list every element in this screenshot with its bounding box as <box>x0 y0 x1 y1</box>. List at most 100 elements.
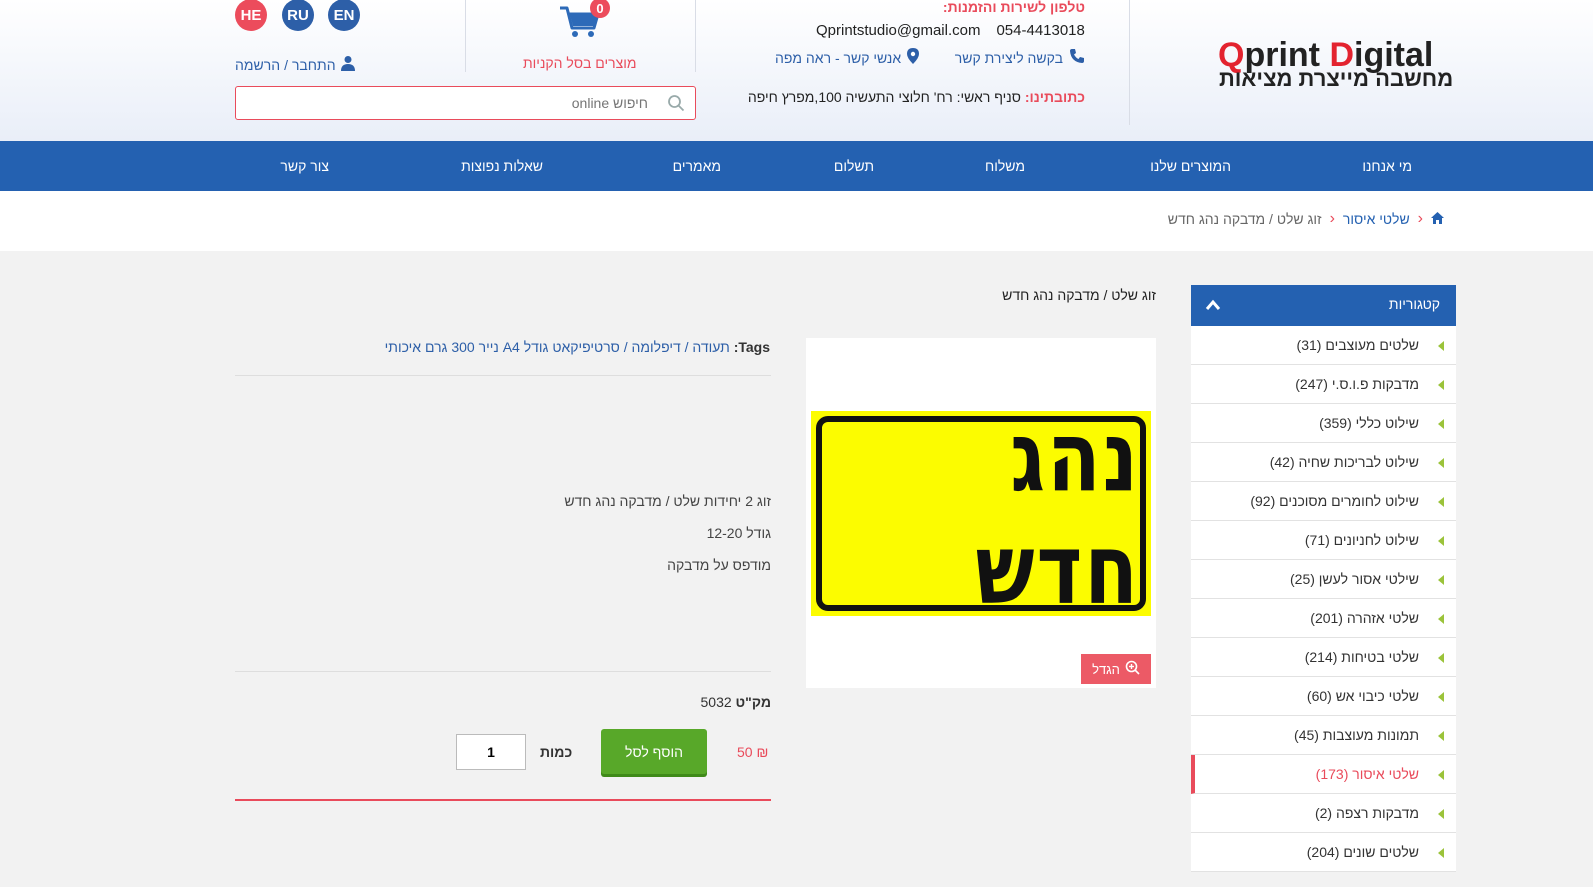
chevron-left-icon <box>1438 731 1444 741</box>
sidebar-category-label: שלטי כיבוי אש (60) <box>1306 688 1419 704</box>
cart-count-badge: 0 <box>590 0 610 18</box>
breadcrumb-chevron-icon: ‹ <box>1417 210 1423 227</box>
search-icon[interactable] <box>667 94 685 115</box>
sidebar-category-label: שלטים מעוצבים (31) <box>1296 337 1419 353</box>
quantity-input[interactable] <box>456 734 526 770</box>
sidebar-category-item[interactable]: שילוט כללי (359) <box>1191 404 1456 443</box>
sidebar-category-item[interactable]: שלטי איסור (173) <box>1191 755 1456 794</box>
nav-articles[interactable]: מאמרים <box>673 141 721 191</box>
register-link[interactable]: הרשמה <box>235 57 280 73</box>
email-link[interactable]: Qprintstudio@gmail.com <box>816 22 980 39</box>
nav-contact[interactable]: צור קשר <box>280 141 329 191</box>
nav-shipping[interactable]: משלוח <box>985 141 1025 191</box>
accent-divider <box>235 799 771 801</box>
sidebar-category-item[interactable]: שלטים שונים (204) <box>1191 833 1456 872</box>
sidebar-category-item[interactable]: תמונות מעוצבות (45) <box>1191 716 1456 755</box>
sidebar-category-label: שלטי אזהרה (201) <box>1310 610 1419 626</box>
tags-link[interactable]: תעודה / דיפלומה / סרטיפיקאט גודל A4 נייר… <box>385 339 730 355</box>
lang-he-button[interactable]: HE <box>235 0 267 31</box>
chevron-left-icon <box>1438 341 1444 351</box>
chevron-up-icon[interactable] <box>1205 298 1221 314</box>
sidebar-category-item[interactable]: שלטים מעוצבים (31) <box>1191 326 1456 365</box>
zoom-button[interactable]: הגדל <box>1081 654 1151 684</box>
nav-products[interactable]: המוצרים שלנו <box>1150 141 1231 191</box>
breadcrumb-chevron-icon: ‹ <box>1329 210 1335 227</box>
breadcrumb-current: זוג שלט / מדבקה נהג חדש <box>1167 211 1322 227</box>
sku: מק"ט 5032 <box>701 694 772 710</box>
breadcrumb-bar: ‹ שלטי איסור ‹ זוג שלט / מדבקה נהג חדש <box>0 191 1593 251</box>
chevron-left-icon <box>1438 848 1444 858</box>
zoom-label: הגדל <box>1092 661 1120 677</box>
sidebar-category-label: שלטים שונים (204) <box>1306 844 1419 860</box>
map-pin-icon <box>907 48 920 67</box>
product-image-box: נהג חדש הגדל <box>806 338 1156 688</box>
sidebar-category-item[interactable]: שלטי כיבוי אש (60) <box>1191 677 1456 716</box>
sidebar-category-item[interactable]: שלטי אזהרה (201) <box>1191 599 1456 638</box>
cart-button[interactable]: 0 <box>558 0 610 43</box>
sign-text: נהג חדש <box>975 401 1140 626</box>
search-input[interactable] <box>236 87 656 119</box>
lang-en-button[interactable]: EN <box>328 0 360 31</box>
sidebar-category-item[interactable]: שילוט לבריכות שחיה (42) <box>1191 443 1456 482</box>
cart-icon <box>558 6 602 43</box>
quantity-label: כמות <box>540 744 573 760</box>
chevron-left-icon <box>1438 536 1444 546</box>
home-icon[interactable] <box>1431 211 1444 227</box>
product-image[interactable]: נהג חדש <box>811 401 1151 626</box>
divider <box>235 375 771 376</box>
sign-border: נהג חדש <box>816 401 1146 626</box>
add-to-cart-button[interactable]: הוסף לסל <box>601 729 707 774</box>
chevron-left-icon <box>1438 692 1444 702</box>
search-box <box>235 86 696 120</box>
zoom-in-icon <box>1125 660 1140 678</box>
sku-value: 5032 <box>700 694 732 710</box>
chevron-left-icon <box>1438 809 1444 819</box>
phone-icon <box>1069 48 1085 67</box>
categories-title: קטגוריות <box>1388 296 1440 312</box>
product-title: זוג שלט / מדבקה נהג חדש <box>1002 287 1156 303</box>
site-header: HE RU EN התחבר / הרשמה 0 מוצרים בסל הקני… <box>0 0 1593 141</box>
tags-label: Tags <box>738 339 770 355</box>
desc-line-2: גודל 12-20 <box>706 525 771 541</box>
chevron-left-icon <box>1438 497 1444 507</box>
sidebar-category-label: שילוט כללי (359) <box>1319 415 1419 431</box>
breadcrumb: ‹ שלטי איסור ‹ זוג שלט / מדבקה נהג חדש <box>1168 210 1444 228</box>
nav-about[interactable]: מי אנחנו <box>1362 141 1412 191</box>
account-links: התחבר / הרשמה <box>235 55 356 74</box>
nav-faq[interactable]: שאלות נפוצות <box>461 141 543 191</box>
sidebar-category-item[interactable]: שילוט לחומרים מסוכנים (92) <box>1191 482 1456 521</box>
sidebar-category-label: שלטי איסור (173) <box>1315 766 1419 782</box>
sidebar-category-item[interactable]: שלטי בטיחות (214) <box>1191 638 1456 677</box>
desc-line-1: זוג 2 יחידות שלט / מדבקה נהג חדש <box>564 493 771 509</box>
sidebar-category-label: שילוט לחניונים (71) <box>1304 532 1419 548</box>
currency-symbol: ₪ <box>756 744 769 760</box>
chevron-left-icon <box>1438 653 1444 663</box>
sidebar-category-label: מדבקות רצפה (2) <box>1314 805 1419 821</box>
sidebar-category-label: שילטי אסור לעשן (25) <box>1289 571 1419 587</box>
contacts-map-link[interactable]: אנשי קשר - ראה מפה <box>775 48 920 67</box>
sidebar-category-item[interactable]: מדבקות פ.ו.ס.י (247) <box>1191 365 1456 404</box>
cart-label[interactable]: מוצרים בסל הקניות <box>523 55 637 71</box>
account-separator: / <box>284 56 288 73</box>
phone-title: טלפון לשירות והזמנות: <box>942 0 1085 15</box>
sidebar-category-item[interactable]: שילטי אסור לעשן (25) <box>1191 560 1456 599</box>
lang-ru-button[interactable]: RU <box>282 0 314 31</box>
nav-payment[interactable]: תשלום <box>834 141 874 191</box>
chevron-left-icon <box>1438 614 1444 624</box>
chevron-left-icon <box>1438 380 1444 390</box>
phone-number[interactable]: 054-4413018 <box>996 22 1084 39</box>
divider <box>235 671 771 672</box>
product-tags: Tags: תעודה / דיפלומה / סרטיפיקאט גודל A… <box>385 339 770 355</box>
user-icon <box>340 55 356 74</box>
callback-link-label: בקשה ליצירת קשר <box>954 49 1063 66</box>
sidebar-category-item[interactable]: מדבקות רצפה (2) <box>1191 794 1456 833</box>
header-divider <box>465 0 466 72</box>
sidebar-category-label: שילוט לבריכות שחיה (42) <box>1269 454 1419 470</box>
callback-link[interactable]: בקשה ליצירת קשר <box>955 48 1085 67</box>
categories-header[interactable]: קטגוריות <box>1191 285 1456 326</box>
chevron-left-icon <box>1438 419 1444 429</box>
breadcrumb-category-link[interactable]: שלטי איסור <box>1343 211 1410 227</box>
sidebar-category-item[interactable]: שילוט לחניונים (71) <box>1191 521 1456 560</box>
login-link[interactable]: התחבר <box>292 57 336 73</box>
price-value: 50 <box>737 744 753 760</box>
